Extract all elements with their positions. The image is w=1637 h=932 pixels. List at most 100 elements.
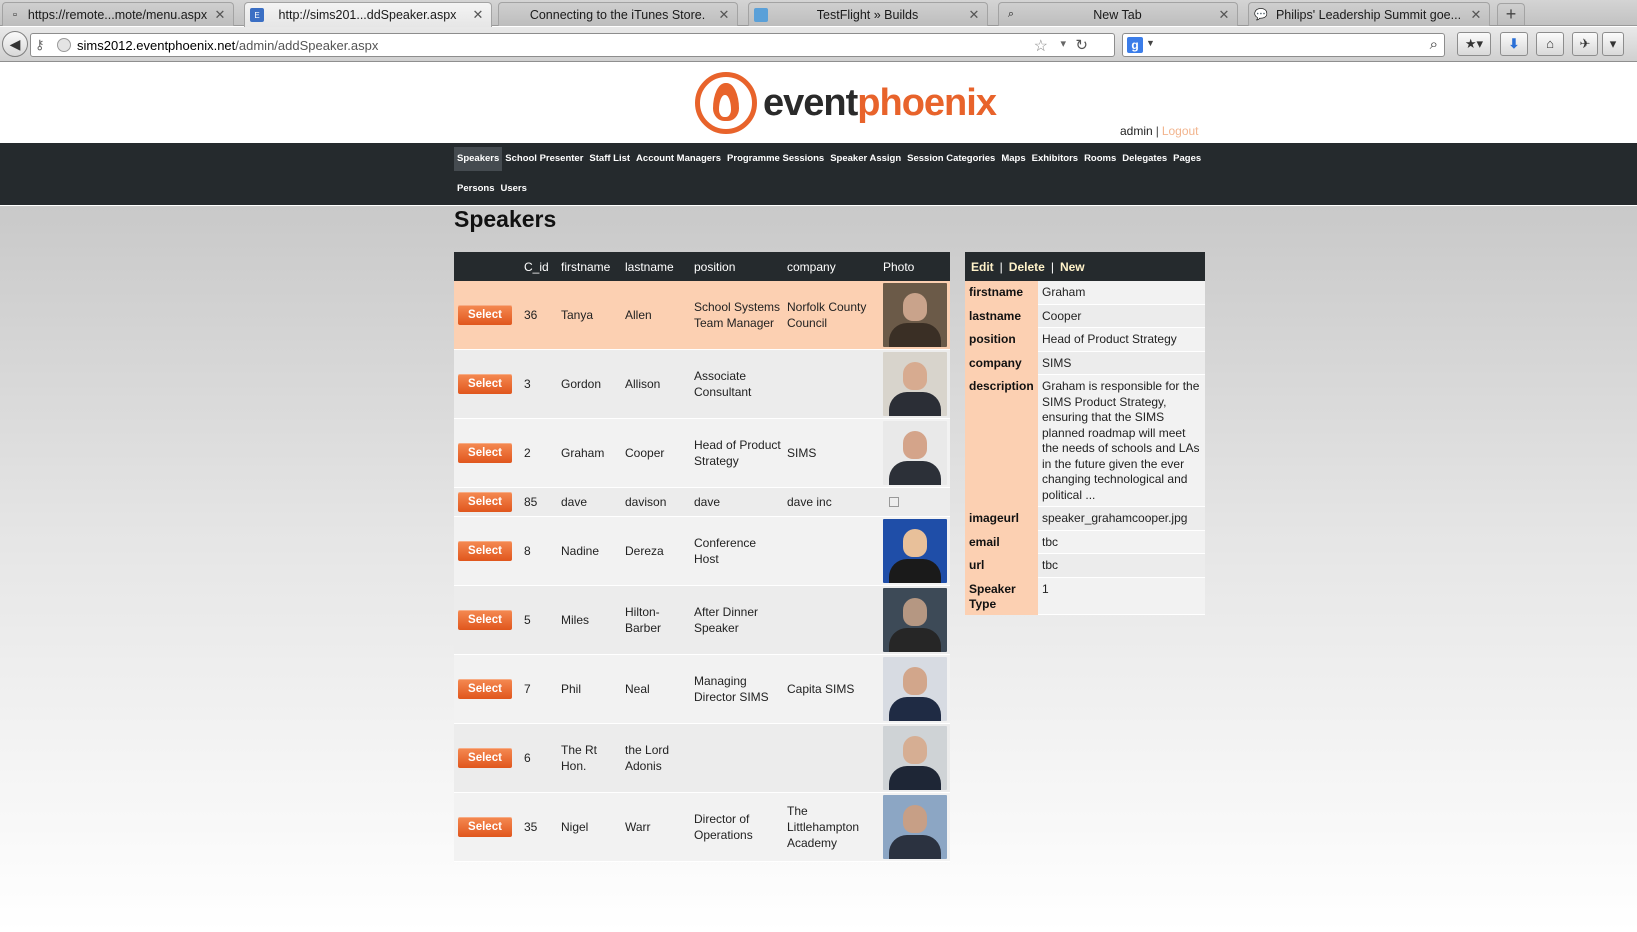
table-row[interactable]: Select 5 Miles Hilton-Barber After Dinner Sp… bbox=[454, 586, 950, 655]
nav-item-maps[interactable]: Maps bbox=[998, 147, 1028, 171]
addon-button[interactable]: ✈ bbox=[1572, 32, 1598, 56]
edit-link[interactable]: Edit bbox=[971, 260, 994, 274]
nav-item-pages[interactable]: Pages bbox=[1170, 147, 1204, 171]
detail-value: Graham bbox=[1038, 281, 1205, 305]
select-cell: Select bbox=[454, 443, 521, 463]
nav-item-rooms[interactable]: Rooms bbox=[1081, 147, 1119, 171]
history-dropdown-icon[interactable]: ▾ bbox=[1060, 37, 1066, 50]
detail-key: position bbox=[965, 328, 1038, 352]
select-button[interactable]: Select bbox=[458, 492, 512, 512]
download-arrow-icon: ⬇ bbox=[1508, 36, 1520, 51]
select-button[interactable]: Select bbox=[458, 374, 512, 394]
bookmark-star-icon[interactable]: ☆ bbox=[1034, 36, 1048, 56]
detail-key: imageurl bbox=[965, 507, 1038, 531]
select-button[interactable]: Select bbox=[458, 610, 512, 630]
table-row[interactable]: Select 7 Phil Neal Managing Director SIMS Cap… bbox=[454, 655, 950, 724]
close-icon[interactable]: ✕ bbox=[213, 7, 227, 23]
nav-item-session-categories[interactable]: Session Categories bbox=[904, 147, 998, 171]
column-header[interactable]: position bbox=[691, 260, 784, 274]
photo-cell bbox=[880, 519, 950, 583]
select-cell: Select bbox=[454, 305, 521, 325]
photo-cell bbox=[880, 497, 950, 507]
nav-item-persons[interactable]: Persons bbox=[454, 177, 498, 201]
eventphoenix-logo[interactable]: eventphoenix bbox=[695, 71, 997, 135]
bookmarks-button[interactable]: ★▾ bbox=[1457, 32, 1491, 56]
browser-tab[interactable]: Connecting to the iTunes Store. ✕ bbox=[498, 2, 738, 26]
cell-firstname: Tanya bbox=[561, 308, 594, 322]
table-row[interactable]: Select 85 dave davison dave dave inc bbox=[454, 488, 950, 517]
globe-icon bbox=[57, 38, 71, 52]
close-icon[interactable]: ✕ bbox=[1217, 7, 1231, 23]
table-row[interactable]: Select 36 Tanya Allen School Systems Team Ma… bbox=[454, 281, 950, 350]
addon-menu-button[interactable]: ▾ bbox=[1602, 32, 1624, 56]
tab-label: https://remote...mote/menu.aspx bbox=[27, 7, 208, 22]
engine-dropdown-icon[interactable]: ▼ bbox=[1146, 38, 1155, 48]
back-button[interactable]: ◀ bbox=[2, 31, 28, 57]
logout-link[interactable]: Logout bbox=[1162, 124, 1199, 138]
browser-tab-active[interactable]: E http://sims201...ddSpeaker.aspx ✕ bbox=[244, 2, 492, 27]
cell-firstname: Nigel bbox=[561, 820, 589, 834]
nav-item-staff-list[interactable]: Staff List bbox=[586, 147, 633, 171]
speaker-detail-panel: Edit | Delete | New firstname Graham lastname C… bbox=[965, 252, 1205, 615]
table-row[interactable]: Select 35 Nigel Warr Director of Operations T… bbox=[454, 793, 950, 862]
nav-item-programme-sessions[interactable]: Programme Sessions bbox=[724, 147, 827, 171]
column-header[interactable]: company bbox=[784, 260, 880, 274]
cell-position: Managing Director SIMS bbox=[694, 674, 769, 704]
cell-lastname: Dereza bbox=[625, 544, 664, 558]
table-row[interactable]: Select 2 Graham Cooper Head of Product Strat… bbox=[454, 419, 950, 488]
select-button[interactable]: Select bbox=[458, 541, 512, 561]
back-arrow-icon: ◀ bbox=[9, 36, 21, 52]
search-bar[interactable]: g ▼ ⌕ bbox=[1122, 33, 1445, 57]
close-icon[interactable]: ✕ bbox=[1469, 7, 1483, 23]
close-icon[interactable]: ✕ bbox=[967, 7, 981, 23]
browser-tab[interactable]: 💬 Philips' Leadership Summit goe... ✕ bbox=[1248, 2, 1490, 26]
table-row[interactable]: Select 3 Gordon Allison Associate Consultant bbox=[454, 350, 950, 419]
select-button[interactable]: Select bbox=[458, 305, 512, 325]
new-tab-button[interactable]: + bbox=[1497, 3, 1525, 25]
address-bar[interactable]: ⚷ sims2012.eventphoenix.net/admin/addSpe… bbox=[30, 33, 1115, 57]
close-icon[interactable]: ✕ bbox=[471, 7, 485, 23]
photo-cell bbox=[880, 588, 950, 652]
delete-link[interactable]: Delete bbox=[1009, 260, 1045, 274]
close-icon[interactable]: ✕ bbox=[717, 7, 731, 23]
browser-tab[interactable]: ⌕ New Tab ✕ bbox=[998, 2, 1238, 26]
select-button[interactable]: Select bbox=[458, 443, 512, 463]
detail-key: firstname bbox=[965, 281, 1038, 305]
table-row[interactable]: Select 8 Nadine Dereza Conference Host bbox=[454, 517, 950, 586]
select-button[interactable]: Select bbox=[458, 817, 512, 837]
select-cell: Select bbox=[454, 541, 521, 561]
photo-cell bbox=[880, 283, 950, 347]
select-button[interactable]: Select bbox=[458, 679, 512, 699]
column-header[interactable]: C_id bbox=[521, 260, 558, 274]
select-button[interactable]: Select bbox=[458, 748, 512, 768]
detail-fields: firstname Graham lastname Cooper position Hea… bbox=[965, 281, 1205, 615]
detail-value: tbc bbox=[1038, 530, 1205, 554]
table-row[interactable]: Select 6 The Rt Hon. the Lord Adonis bbox=[454, 724, 950, 793]
home-button[interactable]: ⌂ bbox=[1536, 32, 1564, 56]
detail-value: SIMS bbox=[1038, 351, 1205, 375]
new-link[interactable]: New bbox=[1060, 260, 1085, 274]
nav-item-users[interactable]: Users bbox=[498, 177, 530, 201]
detail-row: lastname Cooper bbox=[965, 304, 1205, 328]
home-icon: ⌂ bbox=[1546, 36, 1554, 51]
url-text[interactable]: sims2012.eventphoenix.net/admin/addSpeak… bbox=[77, 38, 378, 53]
cell-lastname: the Lord Adonis bbox=[625, 743, 670, 773]
reload-icon[interactable]: ↻ bbox=[1075, 36, 1088, 54]
column-header[interactable]: firstname bbox=[558, 260, 622, 274]
cell-c-id: 8 bbox=[524, 544, 531, 558]
browser-tab[interactable]: ▫ https://remote...mote/menu.aspx ✕ bbox=[2, 2, 234, 26]
nav-item-delegates[interactable]: Delegates bbox=[1119, 147, 1170, 171]
browser-tab[interactable]: TestFlight » Builds ✕ bbox=[748, 2, 988, 26]
column-header[interactable]: lastname bbox=[622, 260, 691, 274]
nav-item-school-presenter[interactable]: School Presenter bbox=[502, 147, 586, 171]
nav-item-speaker-assign[interactable]: Speaker Assign bbox=[827, 147, 904, 171]
nav-item-speakers[interactable]: Speakers bbox=[454, 147, 503, 171]
detail-row: url tbc bbox=[965, 554, 1205, 578]
google-icon[interactable]: g bbox=[1127, 37, 1143, 53]
nav-item-account-managers[interactable]: Account Managers bbox=[633, 147, 724, 171]
detail-row: position Head of Product Strategy bbox=[965, 328, 1205, 352]
nav-item-exhibitors[interactable]: Exhibitors bbox=[1029, 147, 1081, 171]
cell-lastname: Hilton-Barber bbox=[625, 605, 662, 635]
downloads-button[interactable]: ⬇ bbox=[1500, 32, 1528, 56]
search-icon[interactable]: ⌕ bbox=[1430, 36, 1438, 53]
